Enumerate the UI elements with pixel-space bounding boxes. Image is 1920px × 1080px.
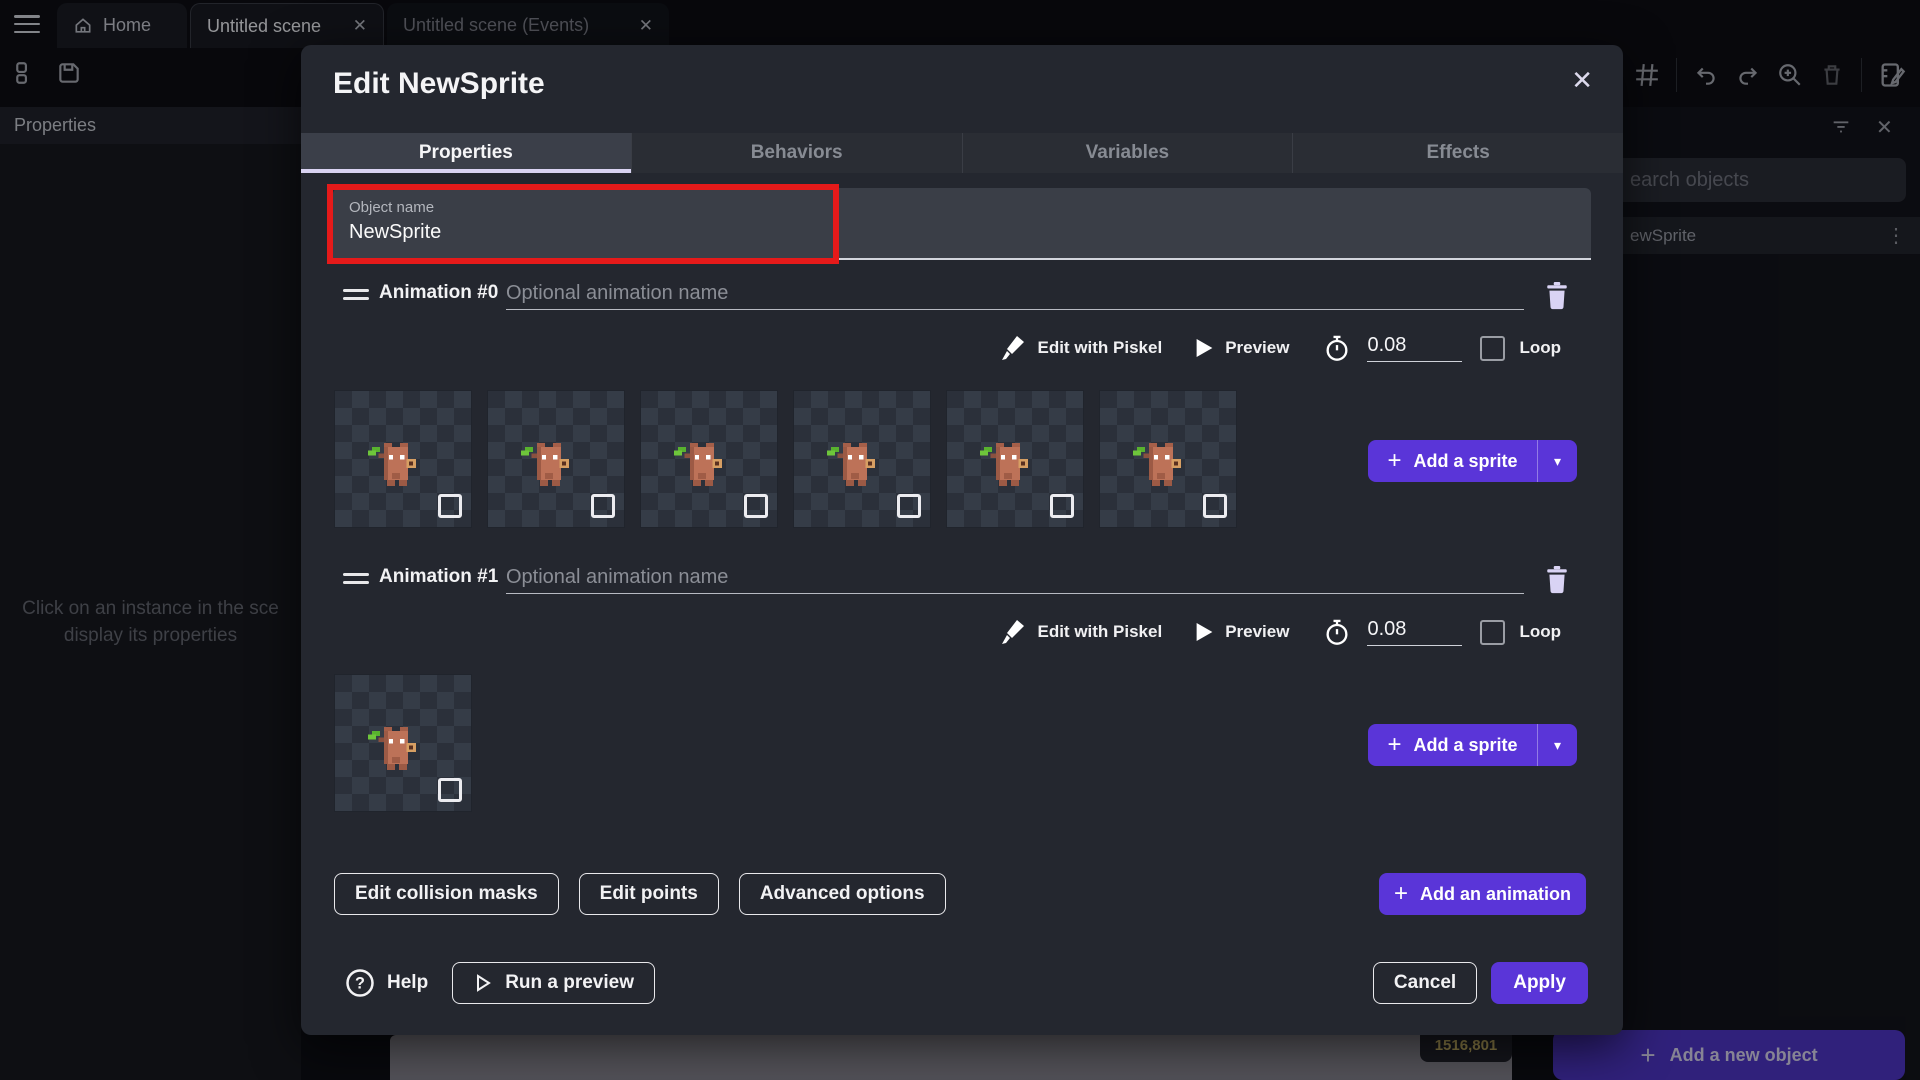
drag-handle-icon[interactable] xyxy=(343,573,369,589)
tab-properties[interactable]: Properties xyxy=(301,133,631,173)
edit-sprite-dialog: Edit NewSprite ✕ Properties Behaviors Va… xyxy=(301,45,1623,1035)
edit-points-button[interactable]: Edit points xyxy=(579,873,719,915)
sprite-frames-list xyxy=(334,390,1237,528)
play-icon xyxy=(1196,339,1213,357)
animation-label: Animation #1 xyxy=(379,566,498,588)
object-name-field[interactable]: Object name xyxy=(333,188,1591,260)
loop-label: Loop xyxy=(1519,622,1561,642)
sprite-frame-thumbnail[interactable] xyxy=(793,390,931,528)
animation-controls: Edit with Piskel Preview Loop xyxy=(1001,614,1561,650)
plus-icon: + xyxy=(1387,731,1401,759)
edit-with-piskel-button[interactable]: Edit with Piskel xyxy=(1001,335,1162,361)
sprite-frame-thumbnail[interactable] xyxy=(1099,390,1237,528)
sprite-pig-image xyxy=(516,431,582,491)
frame-select-checkbox[interactable] xyxy=(744,494,768,518)
frame-select-checkbox[interactable] xyxy=(591,494,615,518)
drag-handle-icon[interactable] xyxy=(343,289,369,305)
plus-icon: + xyxy=(1387,447,1401,475)
loop-label: Loop xyxy=(1519,338,1561,358)
cancel-button[interactable]: Cancel xyxy=(1373,962,1477,1004)
animation-header: Animation #0 xyxy=(301,278,1623,312)
sprite-pig-image xyxy=(669,431,735,491)
sprite-pig-image xyxy=(822,431,888,491)
chevron-down-icon: ▾ xyxy=(1554,737,1561,754)
animation-name-input[interactable] xyxy=(506,278,1524,310)
run-preview-button[interactable]: Run a preview xyxy=(452,962,655,1004)
brush-icon xyxy=(1001,335,1025,361)
stopwatch-icon xyxy=(1323,334,1351,362)
play-icon xyxy=(1196,623,1213,641)
chevron-down-icon: ▾ xyxy=(1554,453,1561,470)
frame-select-checkbox[interactable] xyxy=(438,778,462,802)
delete-animation-icon[interactable] xyxy=(1544,280,1570,310)
tab-effects[interactable]: Effects xyxy=(1292,133,1623,173)
add-animation-button[interactable]: + Add an animation xyxy=(1379,873,1586,915)
sprite-frame-thumbnail[interactable] xyxy=(487,390,625,528)
sprite-pig-image xyxy=(363,431,429,491)
svg-text:?: ? xyxy=(355,975,365,993)
stopwatch-icon xyxy=(1323,618,1351,646)
frame-select-checkbox[interactable] xyxy=(1050,494,1074,518)
apply-button[interactable]: Apply xyxy=(1491,962,1588,1004)
tab-variables[interactable]: Variables xyxy=(962,133,1293,173)
delete-animation-icon[interactable] xyxy=(1544,564,1570,594)
preview-button[interactable]: Preview xyxy=(1196,338,1289,358)
animation-label: Animation #0 xyxy=(379,282,498,304)
sprite-frame-thumbnail[interactable] xyxy=(334,674,472,812)
loop-checkbox[interactable] xyxy=(1480,620,1505,645)
frame-select-checkbox[interactable] xyxy=(1203,494,1227,518)
close-dialog-icon[interactable]: ✕ xyxy=(1571,65,1593,96)
dialog-tab-strip: Properties Behaviors Variables Effects xyxy=(301,133,1623,173)
dialog-title: Edit NewSprite xyxy=(333,67,545,101)
animation-controls: Edit with Piskel Preview Loop xyxy=(1001,330,1561,366)
add-sprite-button[interactable]: +Add a sprite ▾ xyxy=(1368,440,1577,482)
tab-behaviors[interactable]: Behaviors xyxy=(631,133,962,173)
edit-collision-masks-button[interactable]: Edit collision masks xyxy=(334,873,559,915)
add-sprite-button[interactable]: +Add a sprite ▾ xyxy=(1368,724,1577,766)
add-sprite-dropdown[interactable]: ▾ xyxy=(1537,724,1577,766)
object-name-input[interactable] xyxy=(349,221,949,244)
help-button[interactable]: ? Help xyxy=(345,968,428,998)
add-sprite-dropdown[interactable]: ▾ xyxy=(1537,440,1577,482)
animation-header: Animation #1 xyxy=(301,562,1623,596)
animation-section-0: Animation #0 Edit with Piskel Preview Lo… xyxy=(301,278,1623,558)
object-name-label: Object name xyxy=(349,199,1575,216)
sprite-frame-thumbnail[interactable] xyxy=(640,390,778,528)
sprite-frame-thumbnail[interactable] xyxy=(334,390,472,528)
advanced-options-button[interactable]: Advanced options xyxy=(739,873,946,915)
loop-checkbox[interactable] xyxy=(1480,336,1505,361)
brush-icon xyxy=(1001,619,1025,645)
frame-select-checkbox[interactable] xyxy=(897,494,921,518)
preview-button[interactable]: Preview xyxy=(1196,622,1289,642)
help-icon: ? xyxy=(345,968,375,998)
sprite-pig-image xyxy=(363,715,429,775)
time-between-frames-input[interactable] xyxy=(1367,618,1462,646)
time-between-frames-input[interactable] xyxy=(1367,334,1462,362)
animation-name-input[interactable] xyxy=(506,562,1524,594)
animation-section-1: Animation #1 Edit with Piskel Preview Lo… xyxy=(301,562,1623,842)
play-outline-icon xyxy=(473,973,493,993)
frame-select-checkbox[interactable] xyxy=(438,494,462,518)
sprite-pig-image xyxy=(975,431,1041,491)
plus-icon: + xyxy=(1394,880,1408,908)
edit-with-piskel-button[interactable]: Edit with Piskel xyxy=(1001,619,1162,645)
sprite-frame-thumbnail[interactable] xyxy=(946,390,1084,528)
sprite-pig-image xyxy=(1128,431,1194,491)
sprite-frames-list xyxy=(334,674,472,812)
